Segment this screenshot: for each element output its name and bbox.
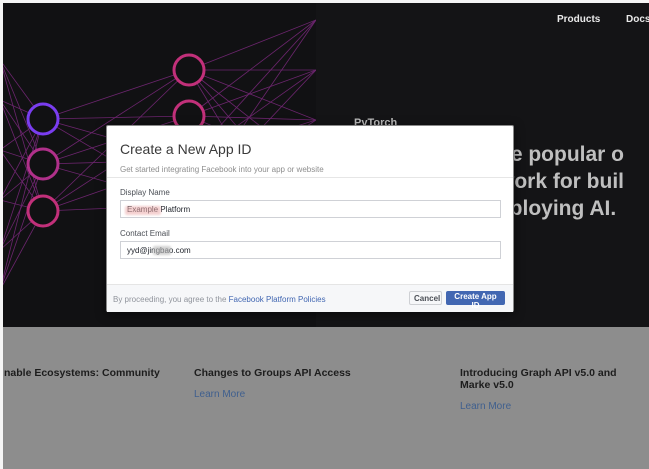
network-edge xyxy=(188,19,316,71)
window-edge-left xyxy=(0,0,3,469)
display-name-label: Display Name xyxy=(120,188,170,197)
nav-products-link[interactable]: Products xyxy=(557,14,600,25)
create-app-id-dialog: Create a New App ID Get started integrat… xyxy=(106,125,514,312)
contact-email-label: Contact Email xyxy=(120,229,170,238)
display-name-input[interactable] xyxy=(120,200,501,218)
network-node xyxy=(172,53,206,87)
window-edge-top xyxy=(0,0,649,3)
platform-policies-link[interactable]: Facebook Platform Policies xyxy=(229,295,326,304)
dialog-title: Create a New App ID xyxy=(120,141,252,157)
dialog-subtitle: Get started integrating Facebook into yo… xyxy=(120,165,324,174)
network-edge xyxy=(188,19,316,117)
policy-notice: By proceeding, you agree to the Facebook… xyxy=(113,295,326,304)
news-section: nable Ecosystems: Community Changes to G… xyxy=(0,327,649,469)
dialog-divider xyxy=(107,177,513,178)
network-edge xyxy=(188,115,316,121)
hero-headline-line2: work for buil xyxy=(498,170,624,193)
create-app-id-button[interactable]: Create App ID xyxy=(446,291,505,310)
network-node xyxy=(26,102,60,136)
dialog-footer: By proceeding, you agree to the Facebook… xyxy=(107,284,513,312)
news-item-title: nable Ecosystems: Community xyxy=(4,367,160,379)
redaction-blur xyxy=(125,206,161,215)
network-edge xyxy=(0,163,44,291)
network-edge xyxy=(42,69,190,120)
news-item-title: Changes to Groups API Access xyxy=(194,367,351,379)
news-learn-more-link[interactable]: Learn More xyxy=(194,389,245,400)
network-node xyxy=(26,147,60,181)
network-edge xyxy=(42,115,190,120)
network-node xyxy=(26,194,60,228)
news-item-title: Introducing Graph API v5.0 and Marke v5.… xyxy=(460,367,617,391)
hero-headline-line3: eploying AI. xyxy=(498,197,617,220)
news-learn-more-link[interactable]: Learn More xyxy=(460,401,511,412)
cancel-button[interactable]: Cancel xyxy=(409,291,442,305)
hero-headline-line1: he popular o xyxy=(498,143,624,166)
nav-docs-link[interactable]: Docs xyxy=(626,14,649,25)
contact-email-input[interactable] xyxy=(120,241,501,259)
policy-notice-text: By proceeding, you agree to the xyxy=(113,295,229,304)
redaction-blur xyxy=(153,246,171,255)
